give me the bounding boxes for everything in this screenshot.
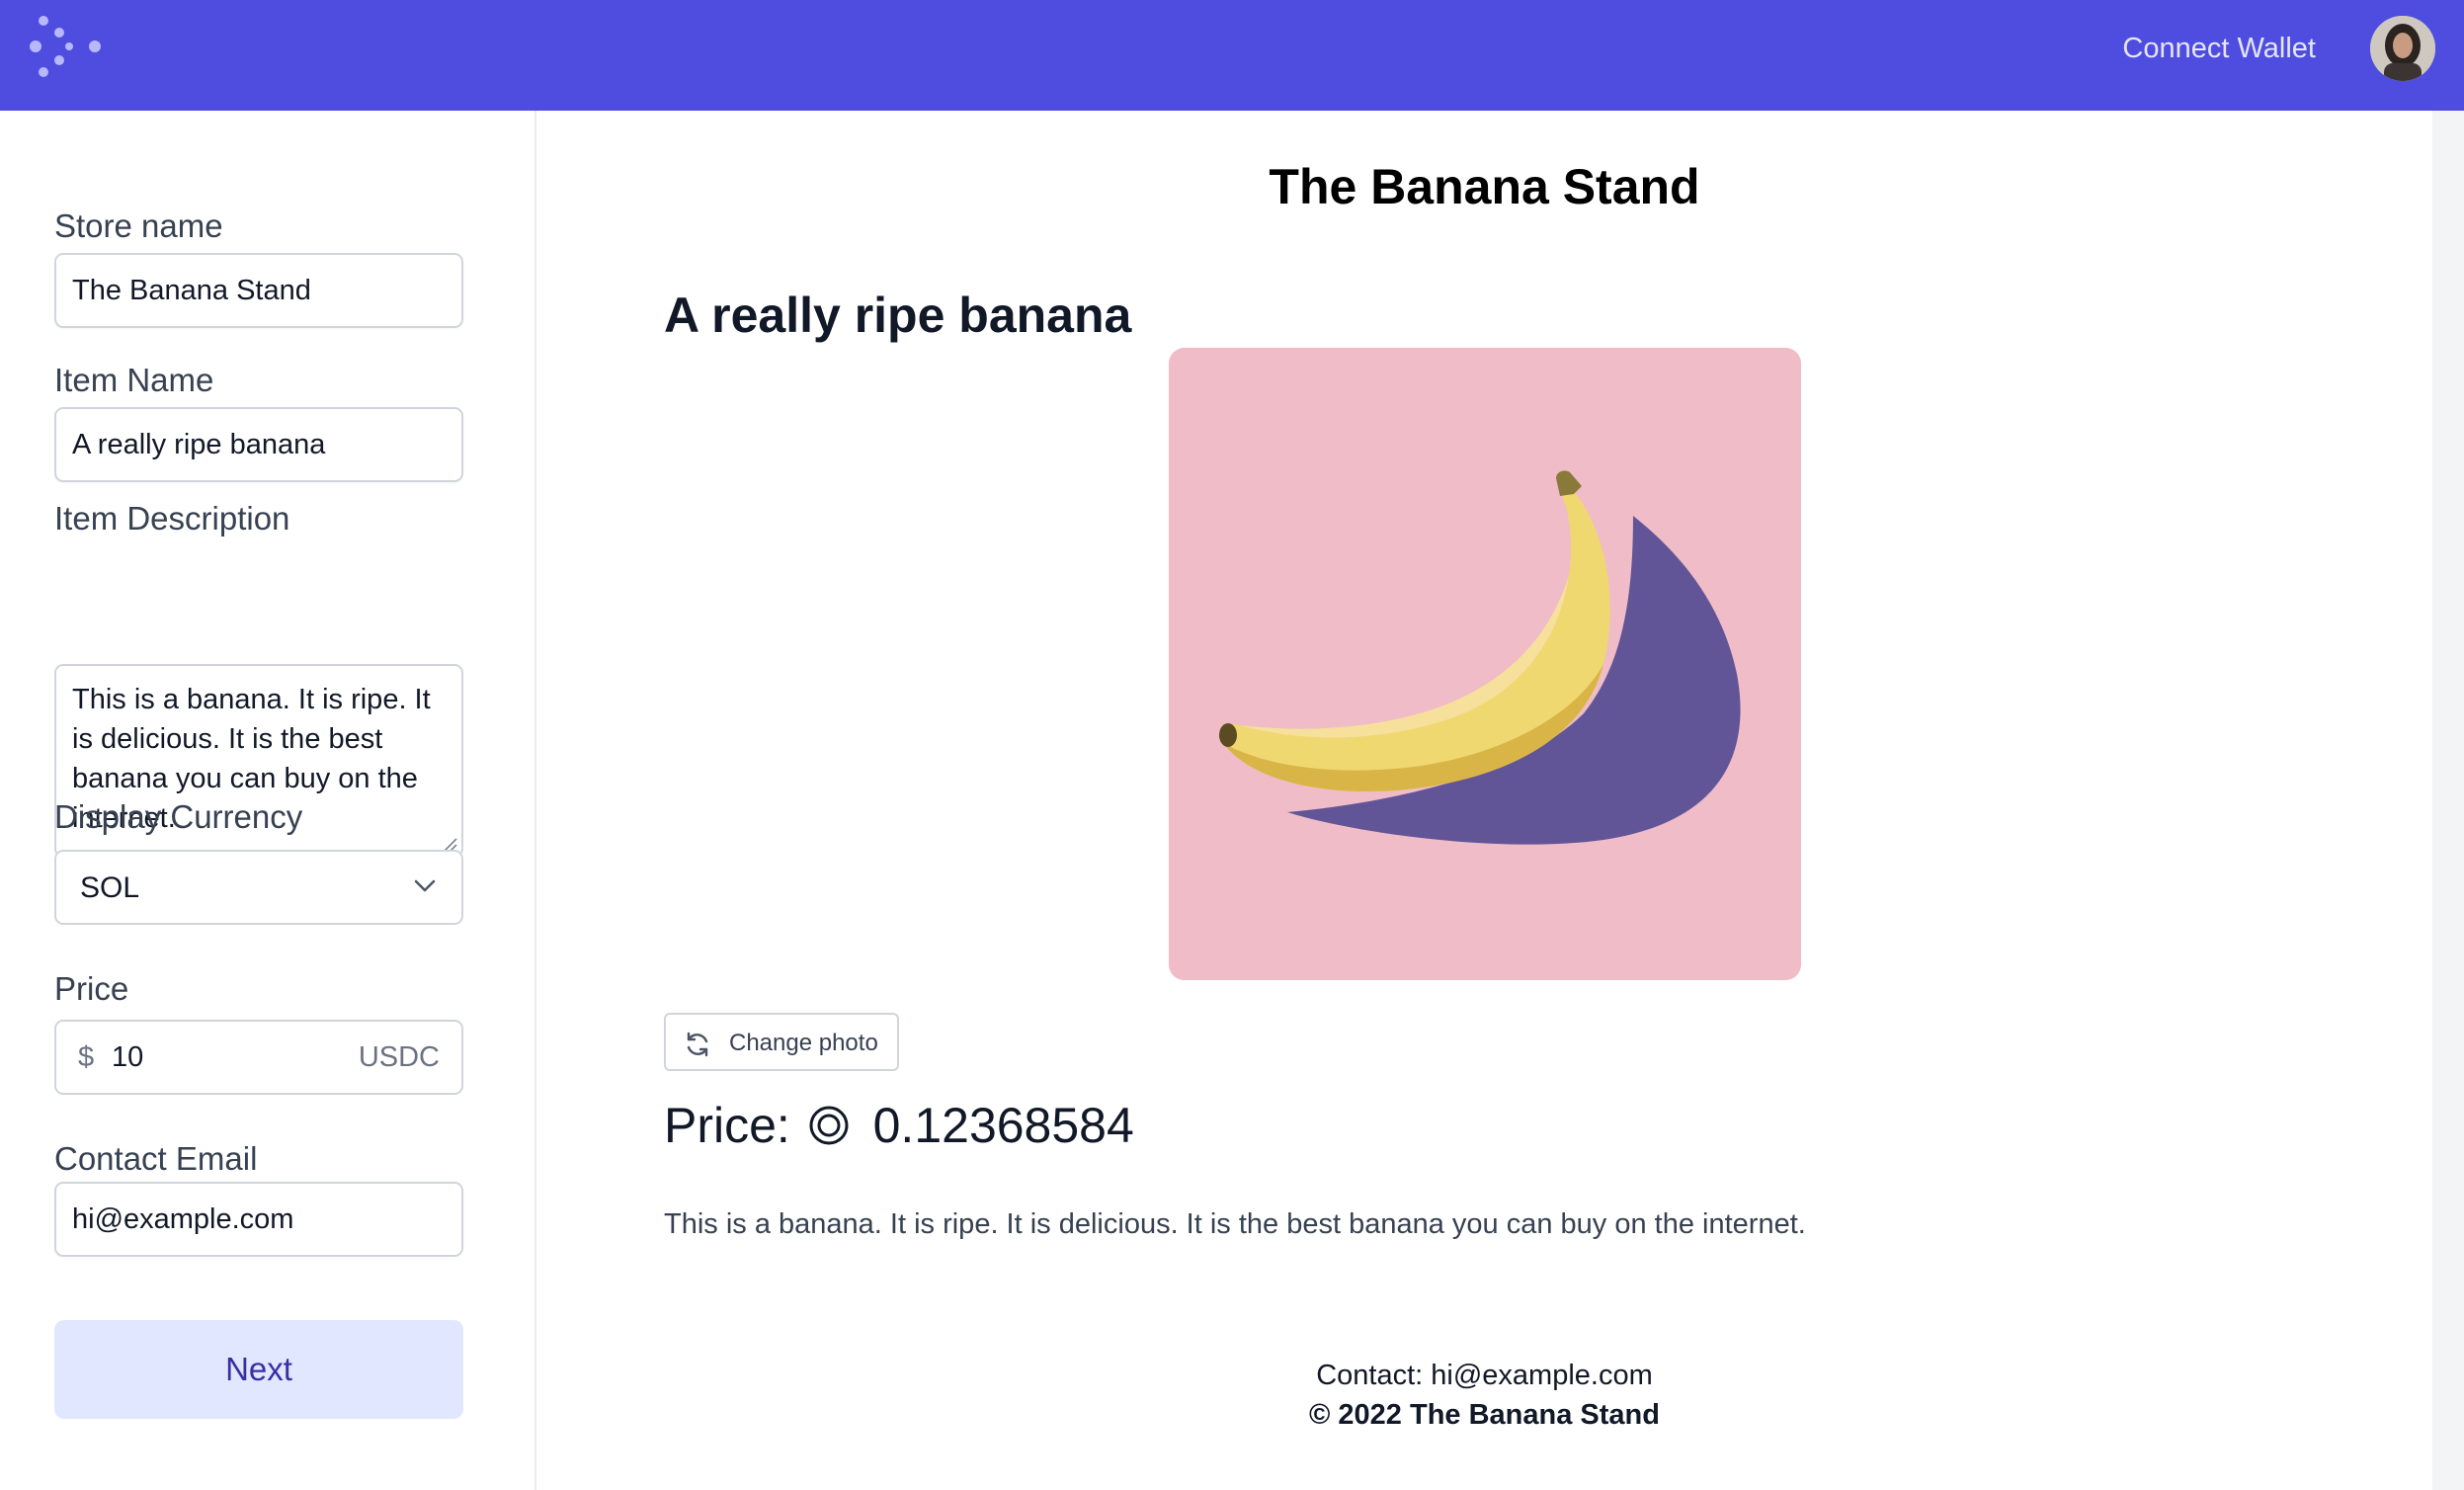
store-form-sidebar: Store name Item Name Item Description Th… [0, 111, 536, 1490]
refresh-icon [687, 1032, 708, 1057]
item-title: A really ripe banana [664, 288, 1132, 343]
display-price: Price: 0.12368584 [664, 1097, 1134, 1154]
next-button[interactable]: Next [54, 1320, 463, 1419]
price-currency-suffix: USDC [358, 1041, 440, 1073]
display-currency-select[interactable]: SOL [54, 850, 463, 925]
connect-wallet-button[interactable]: Connect Wallet [2122, 30, 2316, 67]
product-image [1169, 348, 1801, 980]
change-photo-button[interactable]: Change photo [664, 1013, 899, 1071]
app-logo-icon[interactable] [30, 16, 101, 81]
display-currency-label: Display Currency [54, 798, 303, 835]
avatar-photo-icon [2370, 16, 2435, 81]
footer-contact: Contact: hi@example.com [1316, 1360, 1653, 1391]
price-input-group[interactable]: $ 10 USDC [54, 1020, 463, 1095]
display-currency-value: SOL [80, 871, 140, 904]
store-title: The Banana Stand [1269, 159, 1700, 214]
price-amount: 0.12368584 [872, 1098, 1134, 1153]
footer-copyright: © 2022 The Banana Stand [1309, 1399, 1660, 1431]
scrollbar-track[interactable] [2432, 111, 2464, 1490]
item-name-input[interactable] [54, 407, 463, 482]
top-navigation-bar: Connect Wallet [0, 0, 2464, 111]
price-currency-prefix: $ [78, 1041, 95, 1073]
item-description-label: Item Description [54, 500, 290, 537]
change-photo-label: Change photo [729, 1030, 878, 1056]
item-name-label: Item Name [54, 362, 214, 398]
banana-photo [1169, 348, 1801, 980]
store-name-input[interactable] [54, 253, 463, 328]
item-description: This is a banana. It is ripe. It is deli… [664, 1208, 1806, 1240]
price-prefix-label: Price: [664, 1098, 790, 1153]
contact-email-label: Contact Email [54, 1140, 258, 1177]
chevron-down-icon [414, 879, 436, 892]
store-name-label: Store name [54, 207, 223, 244]
price-input[interactable]: 10 [112, 1041, 143, 1074]
contact-email-input[interactable] [54, 1182, 463, 1257]
user-avatar[interactable] [2370, 16, 2435, 81]
price-label: Price [54, 970, 129, 1007]
sol-currency-icon [809, 1106, 849, 1145]
